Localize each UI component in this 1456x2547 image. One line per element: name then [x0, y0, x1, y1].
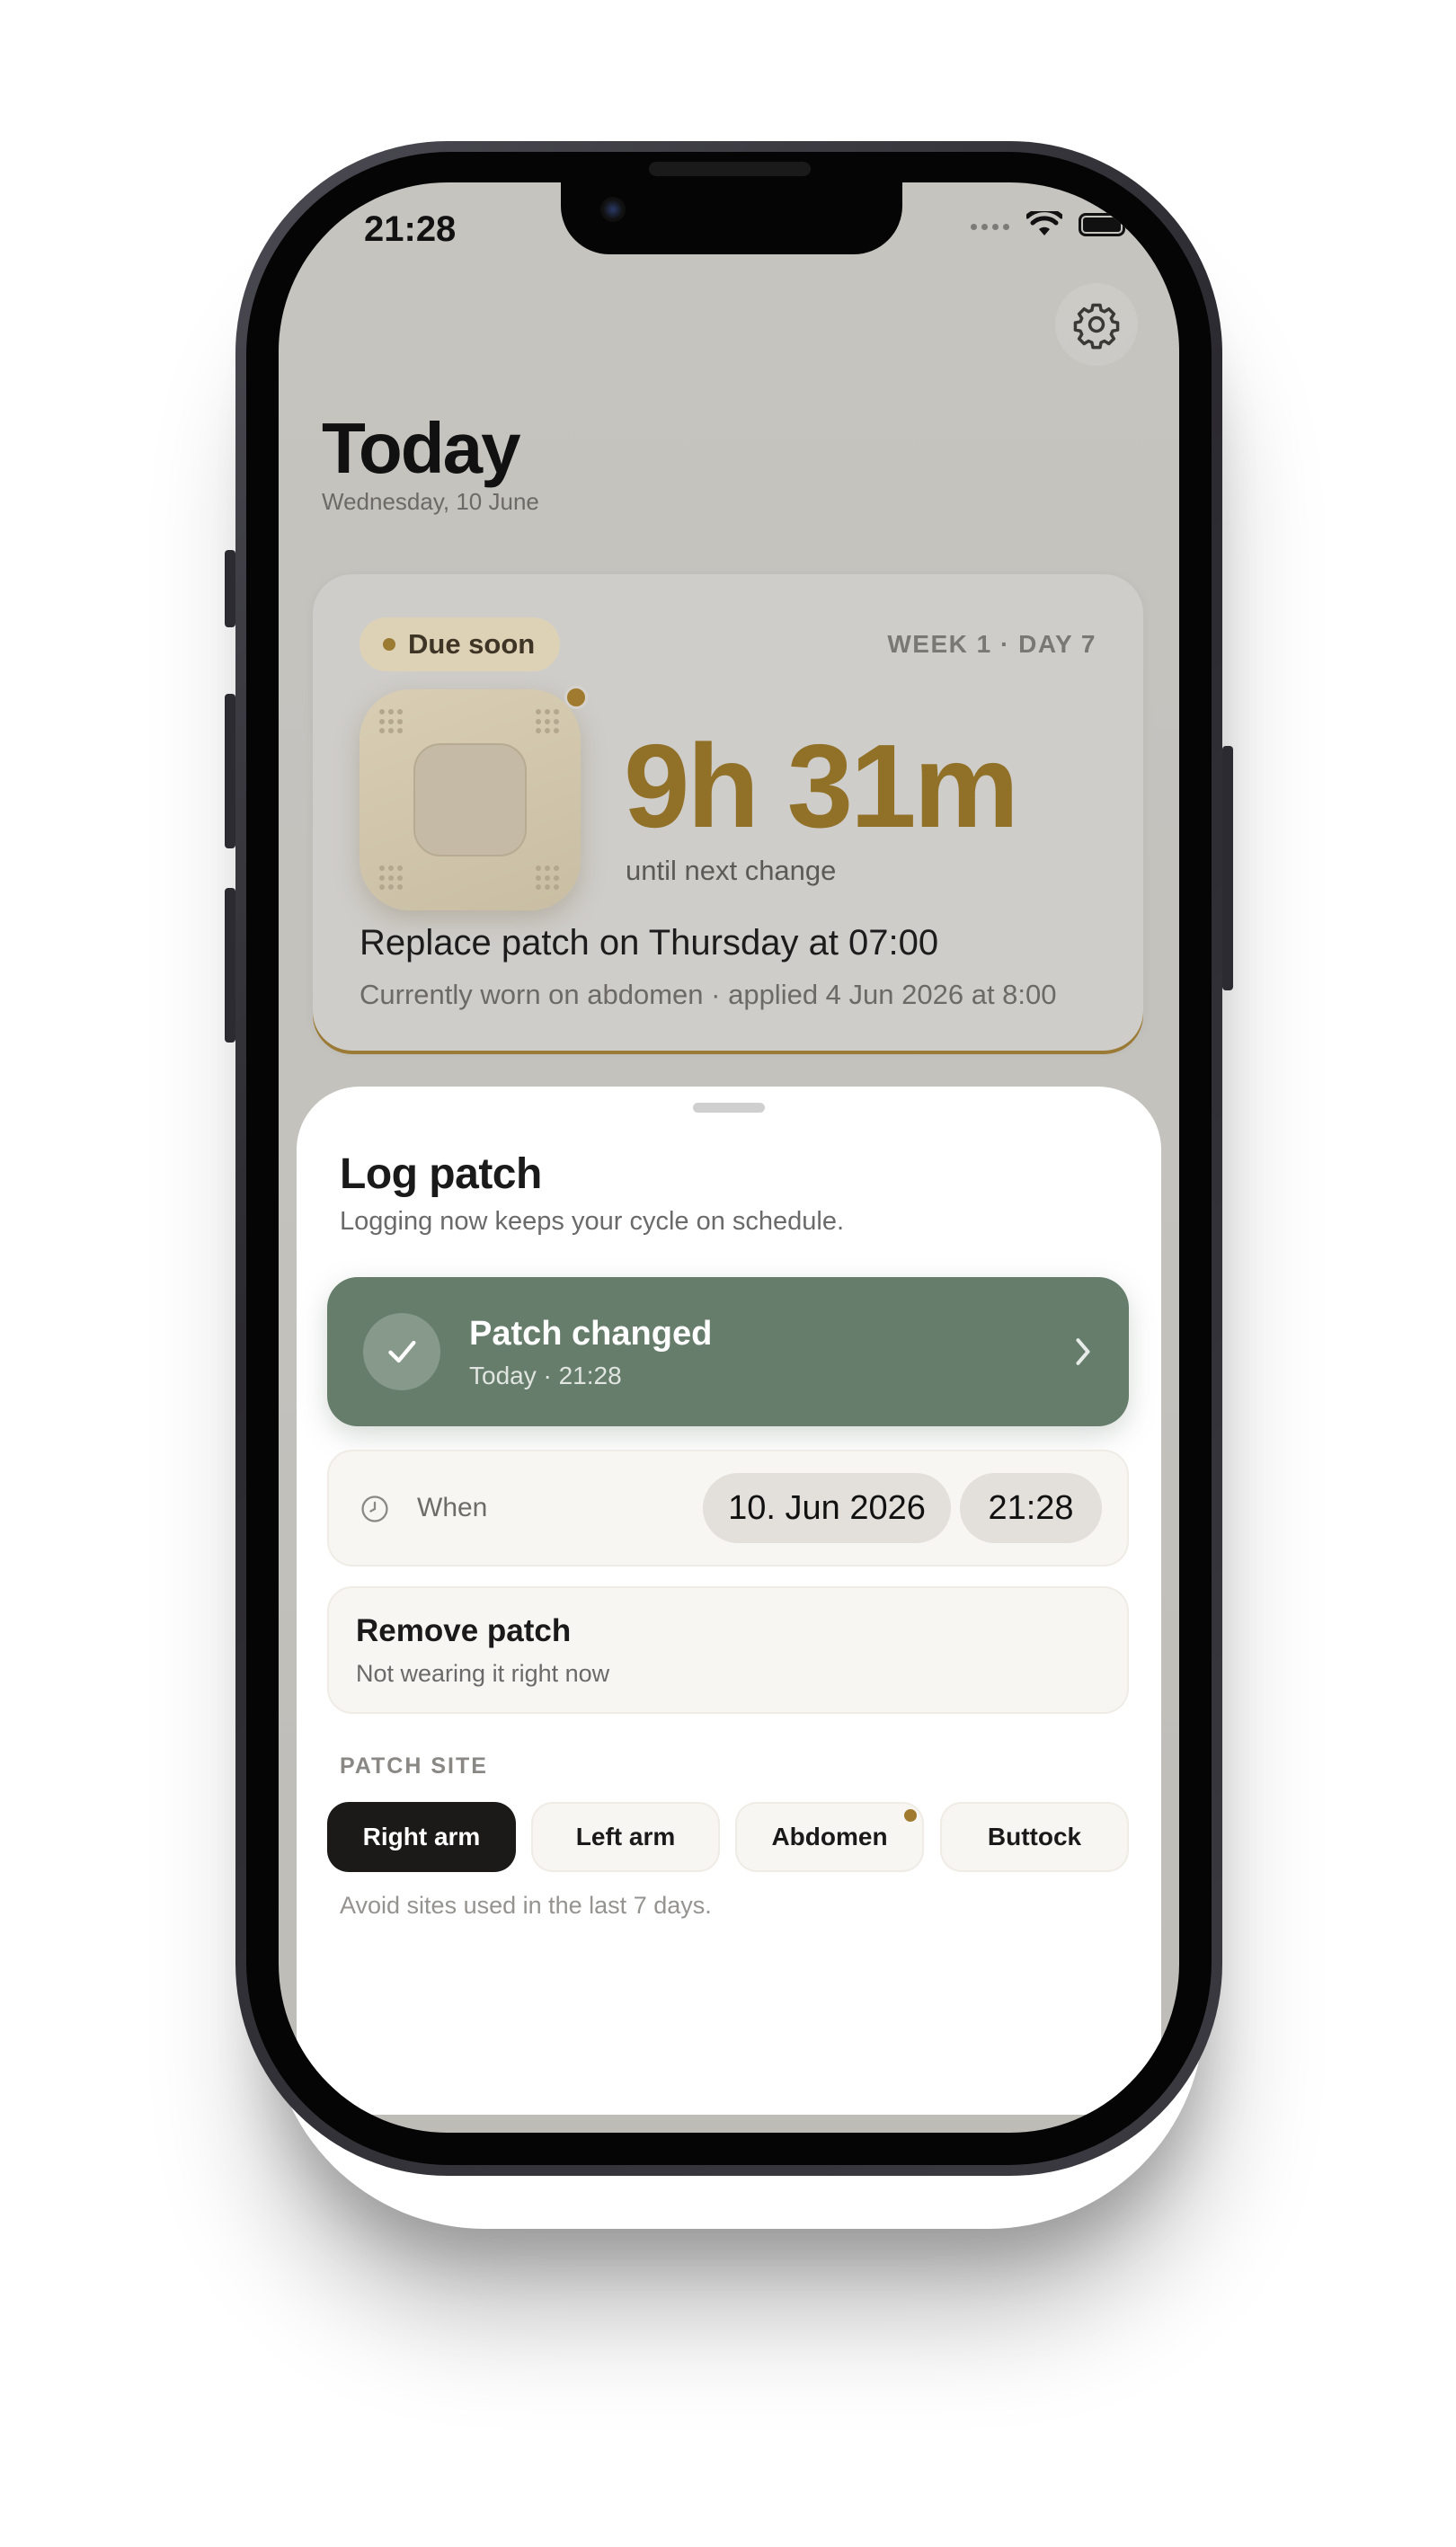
settings-button[interactable]: [1055, 283, 1138, 366]
current-site-text: Currently worn on abdomen · applied 4 Ju…: [360, 979, 1057, 1010]
wifi-icon: [1026, 211, 1062, 235]
countdown-caption: until next change: [626, 855, 837, 886]
time-picker[interactable]: 21:28: [960, 1473, 1102, 1543]
remove-patch-button[interactable]: Remove patch Not wearing it right now: [327, 1586, 1129, 1714]
log-patch-sheet: Log patch Logging now keeps your cycle o…: [297, 1087, 1161, 2115]
site-abdomen-label: Abdomen: [771, 1823, 888, 1850]
remove-patch-title: Remove patch: [356, 1613, 572, 1648]
patch-illustration-icon: [360, 689, 581, 910]
when-label: When: [417, 1493, 488, 1522]
status-badge-label: Due soon: [408, 628, 536, 660]
site-buttock-button[interactable]: Buttock: [940, 1802, 1129, 1872]
volume-up-button: [225, 694, 235, 848]
earpiece-speaker: [649, 162, 811, 176]
current-site-dot: [904, 1809, 917, 1822]
when-row: When 10. Jun 2026 21:28: [327, 1450, 1129, 1566]
battery-icon: [1079, 213, 1129, 236]
mute-switch: [225, 550, 235, 627]
date-picker[interactable]: 10. Jun 2026: [703, 1473, 951, 1543]
signal-icon: [971, 219, 1010, 230]
patch-changed-title: Patch changed: [469, 1315, 713, 1353]
front-camera: [600, 197, 626, 222]
gear-icon: [1073, 303, 1120, 350]
clock-icon: [361, 1495, 388, 1522]
patch-site-label: PATCH SITE: [340, 1753, 488, 1779]
patch-changed-subtitle: Today · 21:28: [469, 1362, 622, 1389]
page-date: Wednesday, 10 June: [322, 488, 539, 515]
status-icons: [971, 211, 1129, 238]
replace-schedule-text: Replace patch on Thursday at 07:00: [360, 923, 939, 963]
remove-patch-subtitle: Not wearing it right now: [356, 1660, 610, 1687]
sheet-grabber[interactable]: [693, 1103, 765, 1113]
check-badge: [363, 1313, 440, 1390]
app-screen: 21:28 Today Wednesday, 10 June Due soon …: [279, 182, 1179, 2133]
volume-down-button: [225, 888, 235, 1043]
notch: [561, 182, 902, 254]
week-day-label: WEEK 1 · DAY 7: [887, 630, 1096, 658]
checkmark-icon: [388, 1340, 416, 1363]
patch-status-card[interactable]: Due soon WEEK 1 · DAY 7 9h 31m until nex…: [313, 574, 1143, 1051]
page-title: Today: [322, 408, 521, 488]
status-dot-icon: [383, 638, 395, 651]
site-abdomen-button[interactable]: Abdomen: [735, 1802, 924, 1872]
site-right-arm-button[interactable]: Right arm: [327, 1802, 516, 1872]
sheet-subtitle: Logging now keeps your cycle on schedule…: [340, 1207, 845, 1236]
countdown-value: 9h 31m: [624, 720, 1019, 852]
status-time: 21:28: [364, 209, 457, 249]
status-badge: Due soon: [360, 617, 561, 671]
patch-changed-button[interactable]: Patch changed Today · 21:28: [327, 1277, 1129, 1426]
chevron-right-icon: [1076, 1338, 1090, 1365]
site-left-arm-button[interactable]: Left arm: [531, 1802, 720, 1872]
patch-site-hint: Avoid sites used in the last 7 days.: [340, 1892, 712, 1919]
power-button: [1222, 746, 1233, 990]
sheet-title: Log patch: [340, 1150, 542, 1198]
patch-indicator-dot: [564, 686, 588, 709]
